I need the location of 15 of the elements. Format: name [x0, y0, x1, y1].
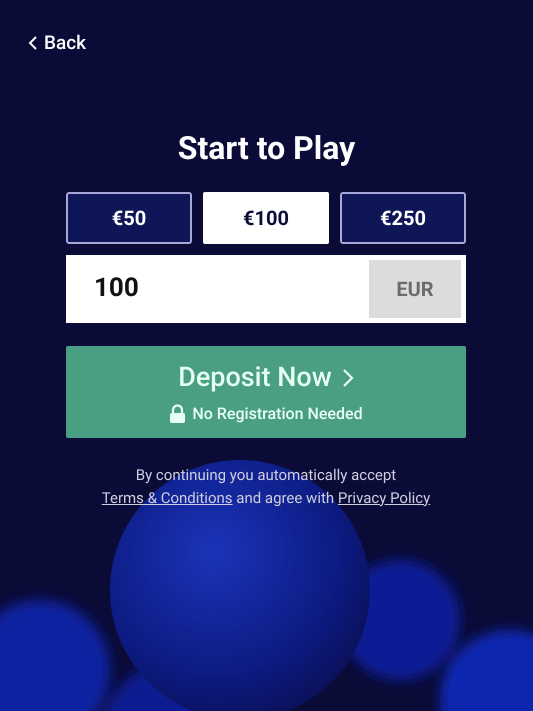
chevron-right-icon [342, 368, 354, 388]
amount-option[interactable]: €250 [340, 192, 466, 244]
amount-option[interactable]: €100 [203, 192, 329, 244]
amount-value: 100 [94, 272, 140, 305]
back-button[interactable]: Back [28, 29, 86, 58]
lock-icon [169, 404, 186, 424]
amount-field[interactable]: 100 EUR [66, 254, 466, 322]
legal-text: By continuing you automatically accept Terms & Conditions and agree with Privacy Policy [100, 464, 432, 508]
chevron-left-icon [28, 35, 38, 52]
terms-link[interactable]: Terms & Conditions [102, 488, 233, 506]
privacy-link[interactable]: Privacy Policy [338, 488, 430, 506]
amount-option[interactable]: €50 [66, 192, 192, 244]
deposit-sublabel: No Registration Needed [192, 402, 363, 425]
page-title: Start to Play [178, 128, 356, 168]
currency-label: EUR [369, 260, 461, 318]
